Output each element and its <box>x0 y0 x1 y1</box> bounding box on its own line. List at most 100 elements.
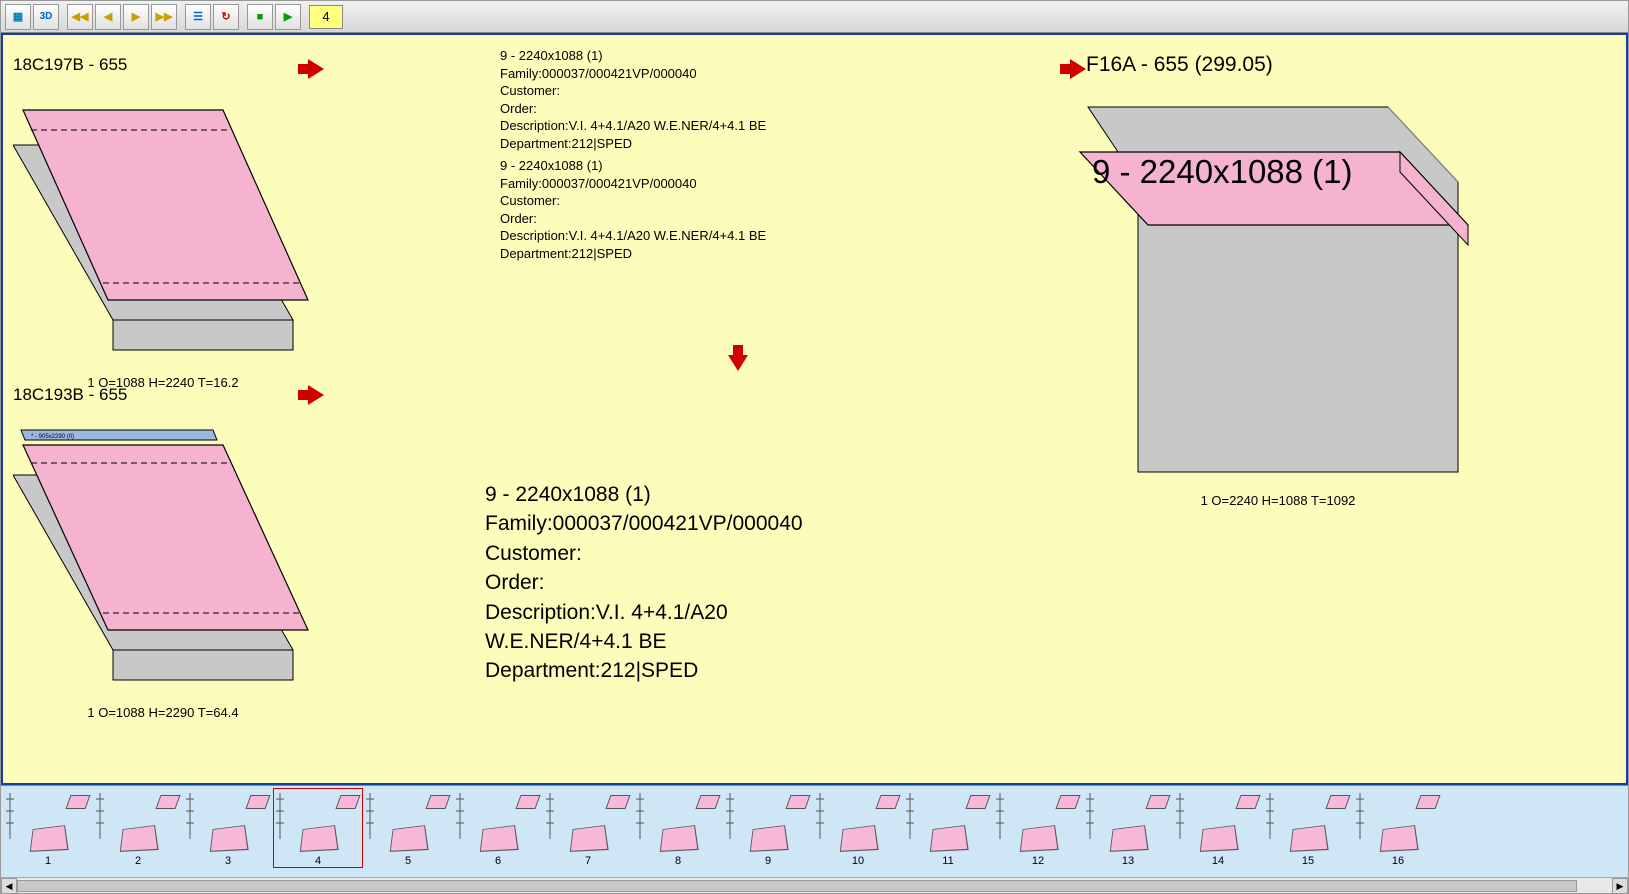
thumbnail-5[interactable]: 5 <box>363 788 453 868</box>
thumbnail-8[interactable]: 8 <box>633 788 723 868</box>
thumb-tick-icon <box>1356 793 1364 833</box>
scroll-thumb[interactable] <box>17 880 1577 892</box>
thumbnail-6[interactable]: 6 <box>453 788 543 868</box>
panel-right: F16A - 655 (299.05) 9 - 2240x1088 (1) 1 … <box>1078 53 1478 508</box>
thumb-number: 2 <box>135 855 141 867</box>
infoL-line2: Family:000037/000421VP/000040 <box>485 509 803 538</box>
svg-text:* - 905x2290 (0): * - 905x2290 (0) <box>31 434 74 440</box>
thumb-main-shape <box>930 825 969 852</box>
thumbnail-10[interactable]: 10 <box>813 788 903 868</box>
info1-line1: 9 - 2240x1088 (1) <box>500 47 766 65</box>
infoL-line3: Customer: <box>485 539 803 568</box>
stop-button[interactable]: ■ <box>247 4 273 30</box>
thumb-number: 14 <box>1212 855 1224 867</box>
main-canvas: 18C197B - 655 1 O=1088 H=2240 T=16.2 18C… <box>1 33 1628 785</box>
thumb-back-shape <box>695 795 720 809</box>
prev-button[interactable]: ◀ <box>95 4 121 30</box>
thumb-main-shape <box>840 825 879 852</box>
thumb-tick-icon <box>906 793 914 833</box>
arrow-bl-icon <box>308 385 324 405</box>
infoL-line6: W.E.NER/4+4.1 BE <box>485 627 803 656</box>
scroll-right-button[interactable]: ▶ <box>1612 878 1628 894</box>
infoL-line4: Order: <box>485 568 803 597</box>
thumb-back-shape <box>65 795 90 809</box>
info1-line4: Order: <box>500 100 766 118</box>
thumb-main-shape <box>120 825 159 852</box>
panel-right-shape <box>1078 77 1478 497</box>
thumb-tick-icon <box>996 793 1004 833</box>
infoL-line1: 9 - 2240x1088 (1) <box>485 480 803 509</box>
thumb-back-shape <box>1055 795 1080 809</box>
thumb-tick-icon <box>1266 793 1274 833</box>
thumb-tick-icon <box>636 793 644 833</box>
panel-bl-dims: 1 O=1088 H=2290 T=64.4 <box>13 705 313 720</box>
thumb-number: 10 <box>852 855 864 867</box>
panel-tl-shape <box>13 75 313 375</box>
info2-line2: Family:000037/000421VP/000040 <box>500 175 766 193</box>
infoL-line7: Department:212|SPED <box>485 656 803 685</box>
play-button[interactable]: ▶ <box>275 4 301 30</box>
info-block-1: 9 - 2240x1088 (1) Family:000037/000421VP… <box>500 47 766 152</box>
thumb-main-shape <box>30 825 69 852</box>
thumbnail-7[interactable]: 7 <box>543 788 633 868</box>
thumb-tick-icon <box>546 793 554 833</box>
thumb-back-shape <box>605 795 630 809</box>
scroll-left-button[interactable]: ◀ <box>1 878 17 894</box>
thumb-back-shape <box>1325 795 1350 809</box>
thumbnail-2[interactable]: 2 <box>93 788 183 868</box>
loop-button[interactable]: ↻ <box>213 4 239 30</box>
panel-right-piece-label: 9 - 2240x1088 (1) <box>1092 153 1353 191</box>
thumb-main-shape <box>750 825 789 852</box>
thumb-back-shape <box>245 795 270 809</box>
arrow-tl-icon <box>308 59 324 79</box>
first-button[interactable]: ◀◀ <box>67 4 93 30</box>
arrow-center-down-icon <box>728 355 748 371</box>
thumb-main-shape <box>660 825 699 852</box>
next-button[interactable]: ▶ <box>123 4 149 30</box>
horizontal-scrollbar[interactable]: ◀ ▶ <box>1 877 1628 893</box>
thumbnail-9[interactable]: 9 <box>723 788 813 868</box>
thumbnail-13[interactable]: 13 <box>1083 788 1173 868</box>
thumbnail-1[interactable]: 1 <box>3 788 93 868</box>
info-block-large: 9 - 2240x1088 (1) Family:000037/000421VP… <box>485 480 803 686</box>
thumbnail-14[interactable]: 14 <box>1173 788 1263 868</box>
thumb-main-shape <box>300 825 339 852</box>
3d-button[interactable]: 3D <box>33 4 59 30</box>
thumb-tick-icon <box>96 793 104 833</box>
info1-line2: Family:000037/000421VP/000040 <box>500 65 766 83</box>
list-button[interactable]: ☰ <box>185 4 211 30</box>
thumb-back-shape <box>335 795 360 809</box>
thumbnail-3[interactable]: 3 <box>183 788 273 868</box>
thumb-tick-icon <box>186 793 194 833</box>
grid-button[interactable]: ▦ <box>5 4 31 30</box>
last-button[interactable]: ▶▶ <box>151 4 177 30</box>
info1-line6: Department:212|SPED <box>500 135 766 153</box>
step-input[interactable] <box>309 5 343 29</box>
thumb-main-shape <box>390 825 429 852</box>
info1-line3: Customer: <box>500 82 766 100</box>
panel-bl-title: 18C193B - 655 <box>13 385 313 405</box>
panel-bl-shape: * - 905x2290 (0) <box>13 405 313 705</box>
thumbnail-strip[interactable]: 12345678910111213141516 <box>1 785 1628 877</box>
thumb-main-shape <box>1020 825 1059 852</box>
thumb-back-shape <box>425 795 450 809</box>
thumb-number: 8 <box>675 855 681 867</box>
thumb-number: 7 <box>585 855 591 867</box>
thumbnail-15[interactable]: 15 <box>1263 788 1353 868</box>
panel-right-dims: 1 O=2240 H=1088 T=1092 <box>1078 493 1478 508</box>
thumb-number: 3 <box>225 855 231 867</box>
thumb-tick-icon <box>366 793 374 833</box>
thumbnail-4[interactable]: 4 <box>273 788 363 868</box>
thumb-back-shape <box>875 795 900 809</box>
thumb-back-shape <box>515 795 540 809</box>
thumb-tick-icon <box>456 793 464 833</box>
thumb-main-shape <box>1110 825 1149 852</box>
thumbnail-11[interactable]: 11 <box>903 788 993 868</box>
thumb-number: 4 <box>315 855 321 867</box>
thumbnail-12[interactable]: 12 <box>993 788 1083 868</box>
info1-line5: Description:V.I. 4+4.1/A20 W.E.NER/4+4.1… <box>500 117 766 135</box>
info-block-2: 9 - 2240x1088 (1) Family:000037/000421VP… <box>500 157 766 262</box>
thumb-number: 15 <box>1302 855 1314 867</box>
thumbnail-16[interactable]: 16 <box>1353 788 1443 868</box>
thumb-back-shape <box>965 795 990 809</box>
